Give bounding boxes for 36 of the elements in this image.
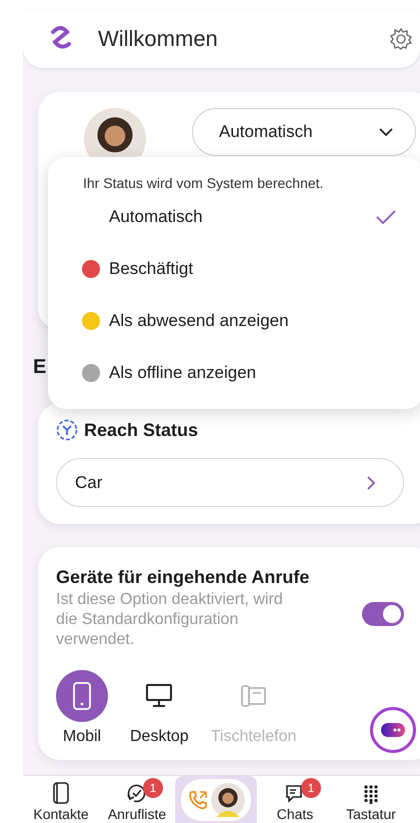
unread-badge: 1 bbox=[143, 778, 163, 798]
nav-tab[interactable]: Chats 1 bbox=[257, 776, 333, 823]
toggle-switch[interactable] bbox=[362, 602, 404, 626]
card-title: Geräte für eingehende Anrufe bbox=[56, 567, 310, 588]
desk-phone-icon bbox=[240, 684, 267, 708]
nav-tab[interactable]: Tastatur bbox=[333, 776, 409, 823]
status-option[interactable]: Als abwesend anzeigen bbox=[48, 295, 420, 347]
status-option[interactable]: Beschäftigt bbox=[48, 243, 420, 295]
keypad-icon bbox=[363, 784, 379, 804]
settings-icon[interactable] bbox=[390, 28, 412, 50]
section-heading: E bbox=[33, 356, 46, 380]
option-description: Ist diese Option deaktiviert, wird die Standardkonfiguration verwendet. bbox=[56, 590, 284, 650]
menu-hint: Ihr Status wird vom System berechnet. bbox=[83, 175, 324, 191]
reach-status-field[interactable]: Car bbox=[56, 458, 404, 507]
reach-status-icon bbox=[56, 419, 78, 441]
monitor-icon bbox=[146, 684, 172, 708]
chat-icon bbox=[285, 784, 305, 804]
status-dropdown[interactable]: Automatisch bbox=[192, 108, 416, 156]
smartphone-icon bbox=[73, 682, 91, 710]
status-option[interactable]: Automatisch bbox=[48, 191, 420, 243]
page-title: Willkommen bbox=[98, 26, 219, 52]
card-title: Reach Status bbox=[84, 420, 198, 440]
checkmark-icon bbox=[376, 210, 396, 224]
unread-badge: 1 bbox=[301, 778, 321, 798]
status-option[interactable]: Als offline anzeigen bbox=[48, 347, 420, 399]
phone-icon bbox=[187, 788, 209, 810]
chevron-right-icon bbox=[367, 476, 375, 490]
avatar bbox=[211, 782, 245, 816]
nav-tab[interactable]: Kontakte bbox=[23, 776, 99, 823]
chevron-down-icon bbox=[379, 128, 393, 136]
call-tab[interactable] bbox=[175, 776, 257, 823]
device-option[interactable]: Desktop bbox=[130, 670, 189, 746]
contacts-book-icon bbox=[53, 782, 69, 804]
call-history-icon bbox=[126, 782, 148, 804]
chat-bubble-icon bbox=[380, 722, 406, 738]
nav-tab[interactable]: Anrufliste 1 bbox=[99, 776, 175, 823]
